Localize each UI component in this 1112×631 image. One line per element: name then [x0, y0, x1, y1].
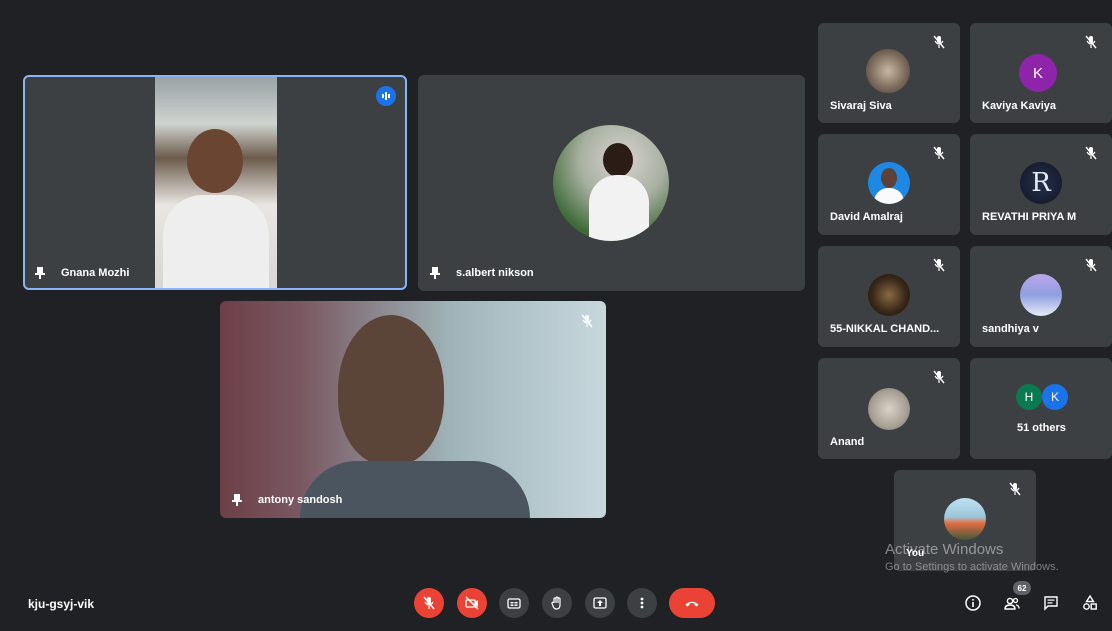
- more-options-button[interactable]: [627, 588, 657, 618]
- participant-tile-anand[interactable]: Anand: [818, 358, 960, 459]
- mic-off-icon: [423, 596, 435, 610]
- participant-name: Anand: [830, 436, 865, 448]
- participant-name: sandhiya v: [982, 323, 1039, 335]
- pin-icon[interactable]: [232, 494, 242, 506]
- chat-button[interactable]: [1041, 593, 1061, 613]
- raise-hand-button[interactable]: [542, 588, 572, 618]
- participant-tile-david-amalraj[interactable]: David Amalraj: [818, 134, 960, 235]
- watermark-title: Activate Windows: [885, 541, 1004, 558]
- participant-name: antony sandosh: [258, 494, 343, 506]
- pin-icon[interactable]: [35, 267, 45, 279]
- activities-button[interactable]: [1080, 593, 1100, 613]
- participant-name: 55-NIKKAL CHAND...: [830, 323, 940, 335]
- watermark-subtitle: Go to Settings to activate Windows.: [885, 561, 1059, 573]
- meeting-code: kju-gsyj-vik: [28, 597, 95, 611]
- avatar: [866, 49, 910, 93]
- camera-off-icon: [465, 596, 479, 610]
- activate-windows-watermark: Activate Windows Go to Settings to activ…: [885, 541, 1105, 573]
- participant-tile-sivaraj-siva[interactable]: Sivaraj Siva: [818, 23, 960, 123]
- muted-mic-icon: [932, 35, 946, 49]
- muted-mic-icon: [1008, 482, 1022, 496]
- pin-icon[interactable]: [430, 267, 440, 279]
- muted-mic-icon: [932, 258, 946, 272]
- avatar-person: [603, 143, 633, 177]
- captions-icon: [507, 598, 521, 609]
- participant-name: REVATHI PRIYA M: [982, 211, 1077, 223]
- muted-mic-icon: [932, 146, 946, 160]
- participant-tile-albert-nikson[interactable]: s.albert nikson: [418, 75, 805, 291]
- captions-button[interactable]: [499, 588, 529, 618]
- avatar: [868, 162, 910, 204]
- avatar-face: [881, 168, 897, 188]
- avatar: R: [1020, 162, 1062, 204]
- participant-tile-sandhiya-v[interactable]: sandhiya v: [970, 246, 1112, 347]
- participant-name: David Amalraj: [830, 211, 903, 223]
- person-shirt: [300, 461, 530, 518]
- avatar: [553, 125, 669, 241]
- others-count-label: 51 others: [1017, 422, 1066, 434]
- people-icon: [1004, 597, 1020, 610]
- meeting-details-button[interactable]: [963, 593, 983, 613]
- avatar-initial-k: K: [1042, 384, 1068, 410]
- person-silhouette: [187, 129, 243, 193]
- audio-indicator-icon: [376, 86, 396, 106]
- more-vert-icon: [640, 597, 644, 609]
- activities-icon: [1083, 594, 1097, 610]
- present-screen-button[interactable]: [585, 588, 615, 618]
- avatar: [868, 388, 910, 430]
- participant-tile-gnana-mozhi[interactable]: Gnana Mozhi: [23, 75, 407, 290]
- leave-call-button[interactable]: [669, 588, 715, 618]
- muted-mic-icon: [932, 370, 946, 384]
- shirt: [163, 195, 269, 288]
- avatar: [1020, 274, 1062, 316]
- participant-name: Kaviya Kaviya: [982, 100, 1056, 112]
- participant-tile-nikkal-chand[interactable]: 55-NIKKAL CHAND...: [818, 246, 960, 347]
- avatar-initial-h: H: [1016, 384, 1042, 410]
- person-head: [338, 315, 444, 465]
- info-icon: [965, 595, 981, 611]
- avatar: [944, 498, 986, 540]
- present-icon: [593, 597, 607, 609]
- camera-toggle-button[interactable]: [457, 588, 487, 618]
- avatar-shirt: [589, 175, 649, 241]
- participant-name: Sivaraj Siva: [830, 100, 892, 112]
- participant-tile-others[interactable]: H K 51 others: [970, 358, 1112, 459]
- participant-tile-revathi-priya[interactable]: R REVATHI PRIYA M: [970, 134, 1112, 235]
- avatar-body: [874, 188, 904, 204]
- avatar-initial: K: [1019, 54, 1057, 92]
- participant-tile-antony-sandosh[interactable]: antony sandosh: [220, 301, 606, 518]
- video-feed: [155, 77, 277, 288]
- hand-icon: [551, 596, 561, 610]
- muted-mic-icon: [1084, 258, 1098, 272]
- avatar: [868, 274, 910, 316]
- participants-count-badge: 62: [1013, 581, 1031, 595]
- avatar-r-glyph: R: [1031, 168, 1051, 198]
- mic-toggle-button[interactable]: [414, 588, 444, 618]
- muted-mic-icon: [1084, 35, 1098, 49]
- muted-mic-icon: [1084, 146, 1098, 160]
- people-button[interactable]: [1002, 593, 1022, 613]
- hang-up-icon: [685, 601, 699, 607]
- participant-name: s.albert nikson: [456, 267, 534, 279]
- participant-tile-kaviya-kaviya[interactable]: K Kaviya Kaviya: [970, 23, 1112, 123]
- participant-name: Gnana Mozhi: [61, 267, 130, 279]
- muted-mic-icon: [580, 314, 594, 328]
- chat-icon: [1044, 596, 1058, 611]
